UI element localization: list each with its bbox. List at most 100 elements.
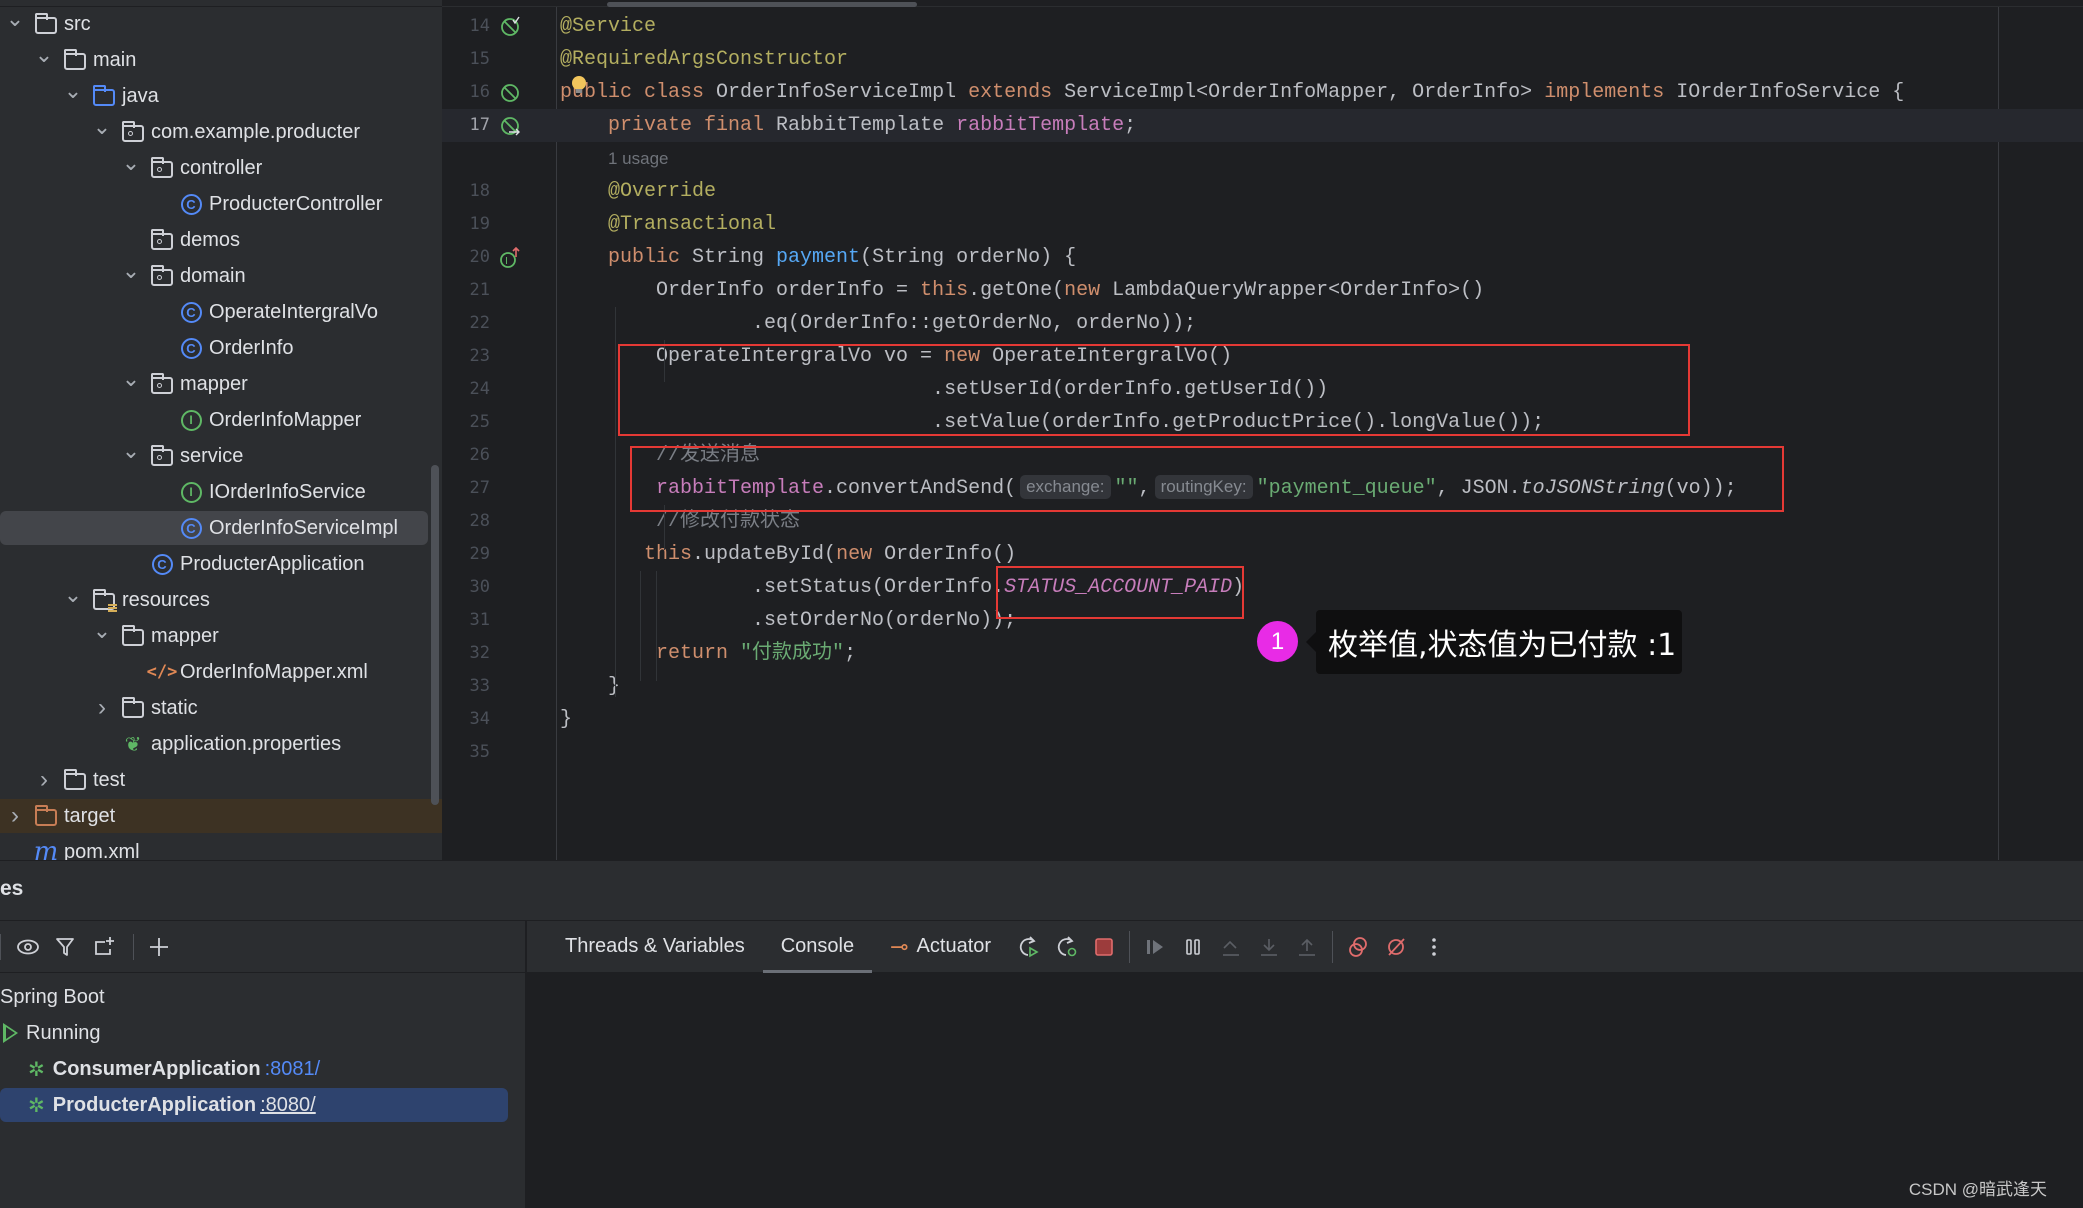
code-line[interactable]: 22 .eq(OrderInfo::getOrderNo, orderNo)); <box>442 307 2083 340</box>
toolbar-separator <box>133 933 134 960</box>
spring-bean-icon[interactable] <box>499 16 521 38</box>
tree-item-domain[interactable]: ⌄ domain <box>0 258 442 293</box>
tree-item-label: static <box>151 696 198 719</box>
tree-item-service[interactable]: ⌄ service <box>0 438 442 473</box>
tree-item-java[interactable]: ⌄ java <box>0 78 442 113</box>
tree-item-orderinfomapper[interactable]: I OrderInfoMapper <box>0 403 442 437</box>
usages-inlay-hint[interactable]: 1 usage <box>608 142 669 175</box>
resume-button[interactable] <box>1136 928 1174 966</box>
tree-item-icon-wrap: m <box>34 837 59 860</box>
editor-horizontal-scrollbar[interactable] <box>607 2 917 7</box>
code-line[interactable]: 20 I public String payment(String orderNo… <box>442 241 2083 274</box>
chevron-down-icon[interactable]: ⌄ <box>6 6 24 31</box>
chevron-down-icon[interactable]: ⌄ <box>122 366 140 391</box>
chevron-down-icon[interactable]: ⌄ <box>64 78 82 103</box>
project-tree-scrollbar[interactable] <box>431 465 439 805</box>
view-options-button[interactable] <box>11 930 45 964</box>
tree-item-mapper[interactable]: ⌄ mapper <box>0 366 442 401</box>
service-port-link[interactable]: :8081/ <box>265 1058 321 1081</box>
tree-item-target[interactable]: › target <box>0 799 442 833</box>
filter-button[interactable] <box>49 930 83 964</box>
view-breakpoints-button[interactable] <box>1339 928 1377 966</box>
code-line[interactable]: 19 @Transactional <box>442 208 2083 241</box>
mute-breakpoints-button[interactable] <box>1377 928 1415 966</box>
tree-item-orderinfoserviceimpl[interactable]: C OrderInfoServiceImpl <box>0 511 428 545</box>
step-out-button[interactable] <box>1288 928 1326 966</box>
code-line[interactable]: 33 } <box>442 670 2083 703</box>
excluded-folder-icon <box>35 804 57 826</box>
code-line[interactable]: 17 private final RabbitTemplate rabbitTe… <box>442 109 2083 142</box>
tree-item-static[interactable]: › static <box>0 691 442 725</box>
code-line[interactable]: 29 this.updateById(new OrderInfo() <box>442 538 2083 571</box>
tree-item-orderinfomapper-xml[interactable]: </> OrderInfoMapper.xml <box>0 655 442 689</box>
tree-item-main[interactable]: ⌄ main <box>0 42 442 77</box>
rerun-button[interactable] <box>1009 928 1047 966</box>
tree-item-icon-wrap: C <box>179 517 203 539</box>
tree-item-src[interactable]: ⌄ src <box>0 6 442 41</box>
chevron-right-icon[interactable]: › <box>35 766 53 793</box>
chevron-right-icon[interactable]: › <box>93 694 111 721</box>
tree-item-test[interactable]: › test <box>0 763 442 797</box>
chevron-right-icon[interactable]: › <box>6 802 24 829</box>
chevron-down-icon[interactable]: ⌄ <box>122 258 140 283</box>
tab-actuator[interactable]: ⊸ Actuator <box>872 921 1009 973</box>
tree-item-label: OrderInfoServiceImpl <box>209 516 398 539</box>
usage-hint-row[interactable]: 1 usage <box>442 142 2083 175</box>
chevron-down-icon[interactable]: ⌄ <box>64 582 82 607</box>
code-line[interactable]: 34} <box>442 703 2083 736</box>
code-line[interactable]: 14 @Service <box>442 10 2083 43</box>
rerun-debug-button[interactable] <box>1047 928 1085 966</box>
chevron-down-icon[interactable]: ⌄ <box>93 114 111 139</box>
tree-item-icon-wrap: C <box>179 193 203 215</box>
tree-item-iorderinfoservice[interactable]: I IOrderInfoService <box>0 475 442 509</box>
tree-item-controller[interactable]: ⌄ controller <box>0 150 442 185</box>
tree-item-resources[interactable]: ⌄ resources <box>0 582 442 617</box>
code-line[interactable]: 16 public class OrderInfoServiceImpl exte… <box>442 76 2083 109</box>
xml-file-icon: </> <box>146 662 178 682</box>
implements-method-icon[interactable]: I <box>499 247 521 269</box>
line-number: 27 <box>469 478 490 498</box>
chevron-down-icon[interactable]: ⌄ <box>122 438 140 463</box>
add-service-button[interactable] <box>142 930 176 964</box>
code-line[interactable]: 35 <box>442 736 2083 769</box>
chevron-down-icon[interactable]: ⌄ <box>35 42 53 67</box>
autowired-bean-icon[interactable] <box>499 115 521 137</box>
pause-button[interactable] <box>1174 928 1212 966</box>
step-over-button[interactable] <box>1212 928 1250 966</box>
chevron-down-icon[interactable]: ⌄ <box>122 150 140 175</box>
tree-item-com-example-producter[interactable]: ⌄ com.example.producter <box>0 114 442 149</box>
services-group-running[interactable]: Running <box>0 1016 508 1050</box>
step-into-button[interactable] <box>1250 928 1288 966</box>
tree-item-operateintergralvo[interactable]: C OperateIntergralVo <box>0 295 442 329</box>
stop-button[interactable] <box>1085 928 1123 966</box>
service-item-producter[interactable]: ✲ ProducterApplication :8080/ <box>0 1088 508 1122</box>
tree-item-demos[interactable]: demos <box>0 223 442 257</box>
service-port-link[interactable]: :8080/ <box>260 1094 316 1117</box>
code-line[interactable]: 18 @Override <box>442 175 2083 208</box>
tree-item-producterapplication[interactable]: C ProducterApplication <box>0 547 442 581</box>
code-line[interactable]: 15 @RequiredArgsConstructor <box>442 43 2083 76</box>
service-item-consumer[interactable]: ✲ ConsumerApplication :8081/ <box>0 1052 508 1086</box>
tree-item-label: OrderInfo <box>209 336 294 359</box>
tab-threads-variables[interactable]: Threads & Variables <box>547 921 763 973</box>
tree-item-pom-xml[interactable]: m pom.xml <box>0 835 442 860</box>
service-name: ConsumerApplication <box>52 1057 261 1080</box>
folder-icon <box>122 624 144 646</box>
tree-item-mapper[interactable]: ⌄ mapper <box>0 618 442 653</box>
chevron-down-icon[interactable]: ⌄ <box>93 618 111 643</box>
more-options-button[interactable] <box>1415 928 1453 966</box>
services-root-spring-boot[interactable]: Spring Boot <box>0 980 508 1014</box>
new-tab-button[interactable] <box>87 930 121 964</box>
code-line[interactable]: 30 .setStatus(OrderInfo.STATUS_ACCOUNT_P… <box>442 571 2083 604</box>
code-line[interactable]: 21 OrderInfo orderInfo = this.getOne(new… <box>442 274 2083 307</box>
lightbulb-icon[interactable] <box>572 76 586 93</box>
tree-item-application-properties[interactable]: ❦ application.properties <box>0 727 442 761</box>
tree-item-productercontroller[interactable]: C ProducterController <box>0 187 442 221</box>
code-editor[interactable]: 14 @Service 15 @RequiredArgsConstructor 16 pu… <box>442 0 2083 860</box>
tree-item-orderinfo[interactable]: C OrderInfo <box>0 331 442 365</box>
console-output[interactable] <box>527 974 2083 1208</box>
tab-console[interactable]: Console <box>762 921 873 973</box>
tree-item-label: target <box>64 804 116 827</box>
spring-bean-icon[interactable] <box>499 82 521 104</box>
code-text: return "付款成功"; <box>656 642 857 665</box>
